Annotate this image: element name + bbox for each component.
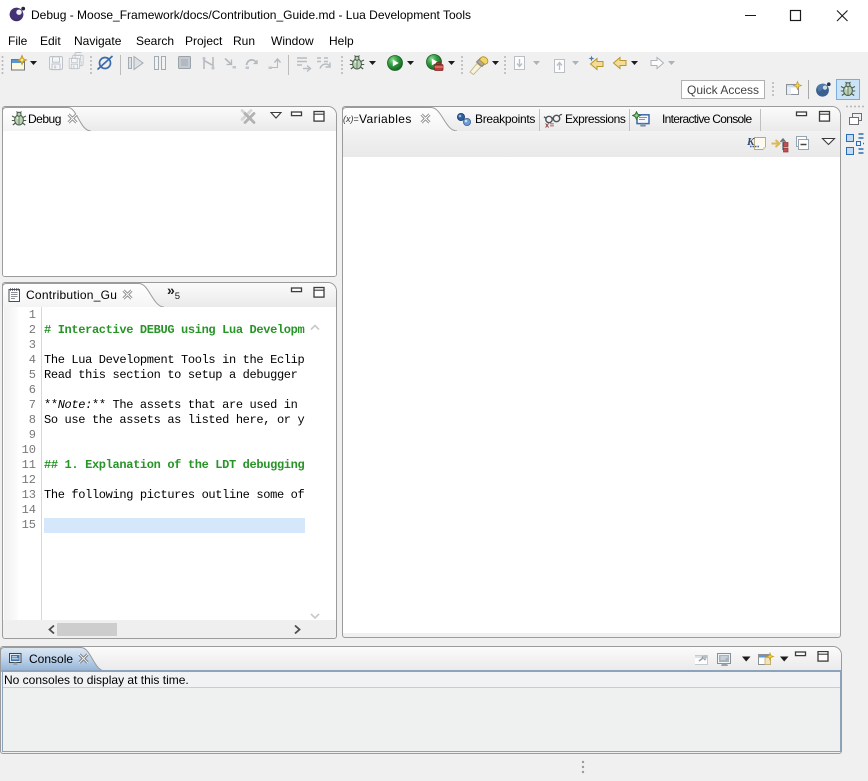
- svg-text:x =: x =: [545, 121, 555, 129]
